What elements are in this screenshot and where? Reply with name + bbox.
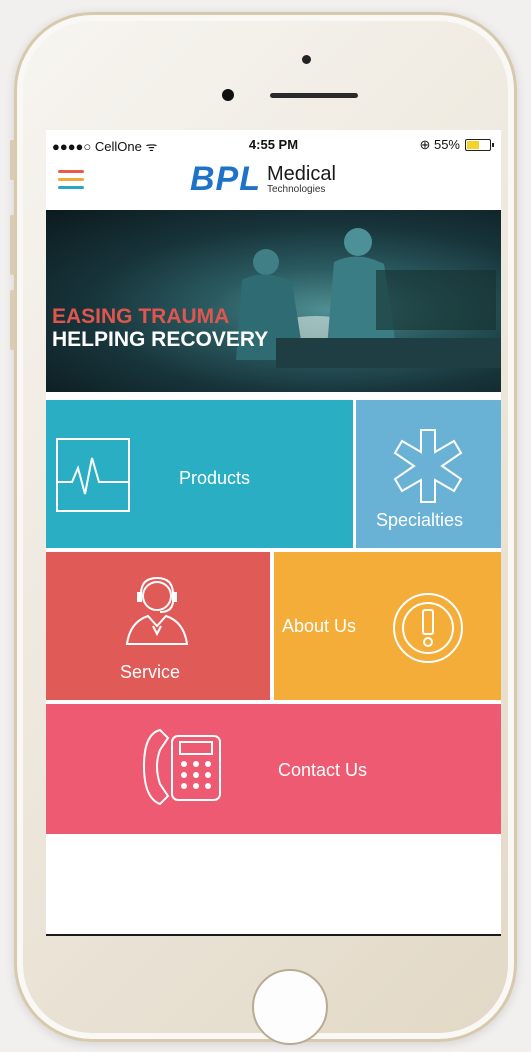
support-agent-icon — [125, 576, 189, 645]
specialties-label: Specialties — [376, 510, 464, 530]
phone-keypad-icon — [142, 728, 221, 806]
hamburger-menu-icon[interactable] — [58, 170, 84, 192]
logo-technologies-text: Technologies — [267, 183, 326, 195]
mute-switch — [10, 140, 15, 180]
earpiece-speaker — [270, 93, 358, 98]
menu-line-1 — [58, 170, 84, 173]
home-button[interactable] — [252, 969, 328, 1045]
surgery-scene-illustration — [236, 228, 501, 368]
service-tile[interactable]: Service — [46, 552, 270, 700]
about-us-label: About Us — [282, 616, 357, 636]
bottom-divider — [46, 934, 501, 936]
logo-bpl-text: BPL — [190, 160, 261, 198]
logo-medical-text: Medical — [267, 162, 336, 185]
asterisk-icon — [393, 429, 463, 503]
specialties-tile[interactable]: Specialties — [356, 400, 501, 548]
hero-headline-2: HELPING RECOVERY — [52, 328, 269, 351]
app-screen: ●●●●○ CellOne ᯤ 4:55 PM ⊕ 55% BPL Medica… — [46, 130, 501, 936]
menu-line-3 — [58, 186, 84, 189]
front-camera — [222, 89, 234, 101]
heartbeat-monitor-icon — [56, 438, 130, 512]
status-right: ⊕ 55% — [419, 137, 494, 153]
products-tile[interactable]: Products — [46, 400, 353, 548]
products-label: Products — [179, 468, 251, 488]
service-label: Service — [120, 662, 181, 682]
exclamation-badge-icon — [393, 593, 463, 663]
hero-banner: EASING TRAUMA HELPING RECOVERY — [46, 210, 501, 392]
status-bar: ●●●●○ CellOne ᯤ 4:55 PM ⊕ 55% — [46, 130, 501, 156]
proximity-sensor — [302, 55, 311, 64]
battery-icon — [465, 139, 494, 151]
app-header: BPL Medical Technologies — [46, 156, 501, 210]
contact-us-tile[interactable]: Contact Us — [46, 704, 501, 834]
volume-up-button — [10, 215, 15, 275]
volume-down-button — [10, 290, 15, 350]
menu-line-2 — [58, 178, 84, 181]
hero-headline-1: EASING TRAUMA — [52, 305, 230, 328]
bpl-logo: BPL Medical Technologies — [190, 162, 336, 196]
about-us-tile[interactable]: About Us — [274, 552, 501, 700]
battery-percentage: ⊕ 55% — [419, 137, 460, 152]
contact-us-label: Contact Us — [278, 760, 368, 780]
